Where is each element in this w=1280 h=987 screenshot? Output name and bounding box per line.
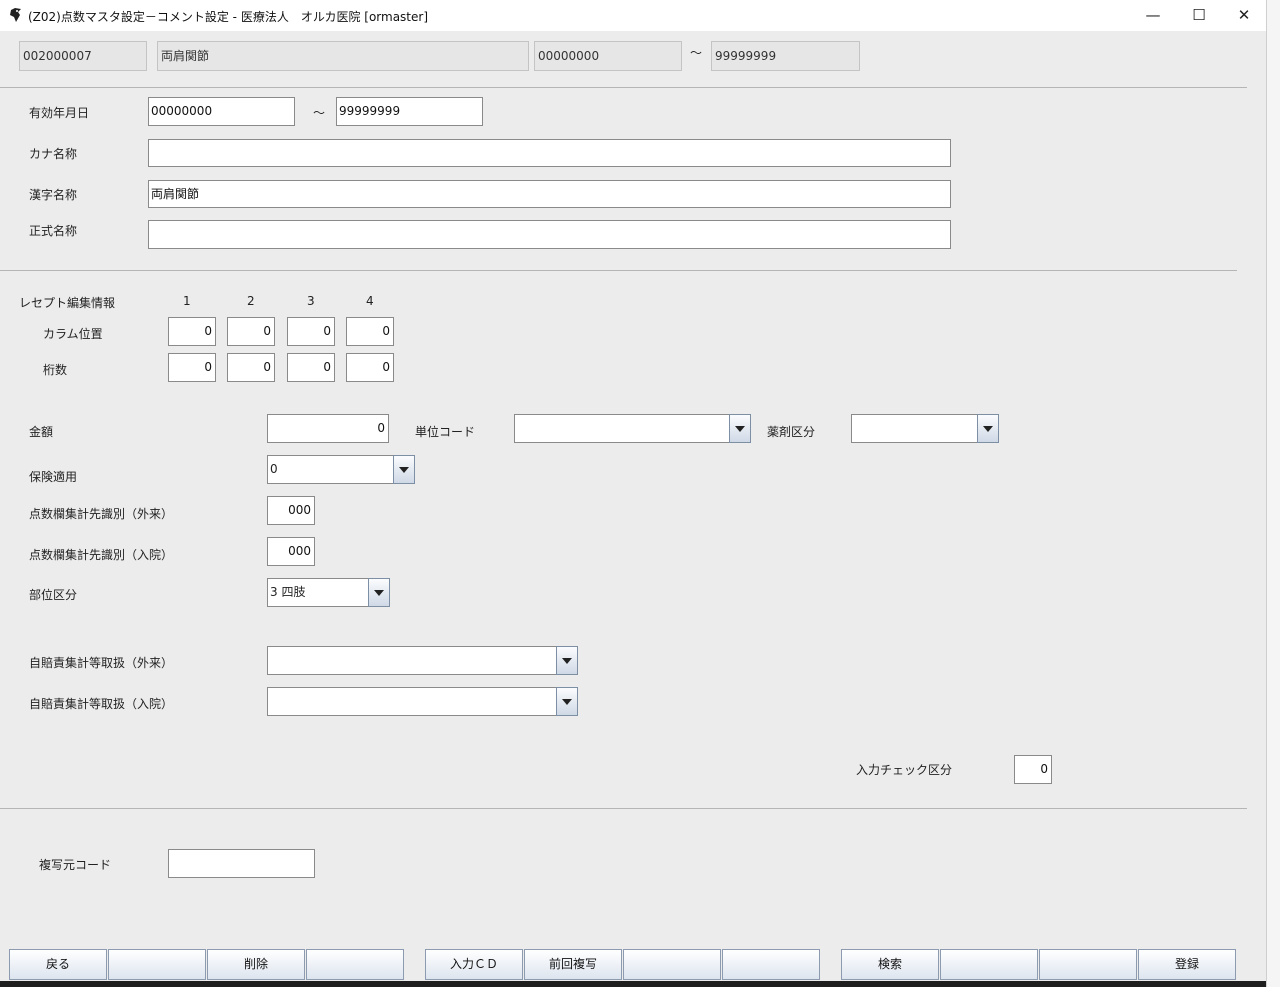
divider [0,270,1237,271]
title-bar: (Z02)点数マスタ設定－コメント設定 - 医療法人 オルカ医院 [ormast… [0,0,1266,31]
chevron-down-icon[interactable] [556,687,578,716]
maximize-button[interactable]: ☐ [1176,0,1222,31]
insurance-label: 保険適用 [29,470,78,484]
valid-end-date-input[interactable]: 99999999 [336,97,483,126]
jibai-outpatient-value [267,646,556,675]
background-window-edge [1266,0,1280,987]
unit-code-label: 単位コード [415,425,476,439]
function-key-2[interactable] [108,949,206,980]
valid-date-tilde: ～ [313,106,326,120]
insurance-select[interactable]: 0 [267,455,415,484]
amount-label: 金額 [29,425,54,439]
function-key-7[interactable] [623,949,721,980]
insurance-value: 0 [267,455,393,484]
receipt-column-header-2: 2 [247,294,255,308]
site-category-value: 3 四肢 [267,578,368,607]
unit-code-select[interactable] [514,414,751,443]
unit-code-value [514,414,729,443]
input-check-label: 入力チェック区分 [856,763,953,777]
drug-category-value [851,414,977,443]
function-key-4[interactable] [306,949,404,980]
minimize-button[interactable]: — [1130,0,1176,31]
back-button[interactable]: 戻る [9,949,107,980]
chevron-down-icon[interactable] [556,646,578,675]
receipt-column-header-3: 3 [307,294,315,308]
previous-copy-button[interactable]: 前回複写 [524,949,622,980]
chevron-down-icon[interactable] [729,414,751,443]
column-position-label: カラム位置 [43,327,103,341]
amount-input[interactable]: 0 [267,414,389,443]
formal-name-input[interactable] [148,220,951,249]
chevron-down-icon[interactable] [393,455,415,484]
outpatient-total-input[interactable]: 000 [267,496,315,525]
jibai-inpatient-select[interactable] [267,687,578,716]
column-position-input-2[interactable]: 0 [227,317,275,346]
jibai-outpatient-label: 自賠責集計等取扱（外来） [29,656,174,670]
column-position-input-4[interactable]: 0 [346,317,394,346]
formal-name-label: 正式名称 [29,224,78,238]
chevron-down-icon[interactable] [977,414,999,443]
inpatient-total-label: 点数欄集計先識別（入院） [29,548,174,562]
kanji-name-input[interactable]: 両肩関節 [148,180,951,208]
digits-input-1[interactable]: 0 [168,353,216,382]
register-button[interactable]: 登録 [1138,949,1236,980]
header-start-date: 00000000 [534,41,682,71]
function-key-10[interactable] [940,949,1038,980]
receipt-column-header-4: 4 [366,294,374,308]
drug-category-select[interactable] [851,414,999,443]
kanji-name-label: 漢字名称 [29,188,78,202]
header-end-date: 99999999 [711,41,860,71]
search-button[interactable]: 検索 [841,949,939,980]
taskbar-edge [0,981,1266,987]
divider [0,808,1247,809]
column-position-input-1[interactable]: 0 [168,317,216,346]
receipt-column-header-1: 1 [183,294,191,308]
receipt-edit-title: レセプト編集情報 [19,296,116,310]
digits-input-4[interactable]: 0 [346,353,394,382]
valid-date-label: 有効年月日 [29,106,90,120]
digits-input-3[interactable]: 0 [287,353,335,382]
app-logo-icon [10,8,21,22]
input-cd-button[interactable]: 入力ＣＤ [425,949,523,980]
jibai-inpatient-label: 自賠責集計等取扱（入院） [29,697,174,711]
input-check-input[interactable]: 0 [1014,755,1052,784]
column-position-input-3[interactable]: 0 [287,317,335,346]
copy-source-label: 複写元コード [39,858,112,872]
window-title: (Z02)点数マスタ設定－コメント設定 - 医療法人 オルカ医院 [ormast… [28,10,429,24]
function-key-8[interactable] [722,949,820,980]
function-key-11[interactable] [1039,949,1137,980]
header-name: 両肩関節 [157,41,529,71]
outpatient-total-label: 点数欄集計先識別（外来） [29,507,174,521]
jibai-inpatient-value [267,687,556,716]
header-tilde: ～ [690,46,703,60]
chevron-down-icon[interactable] [368,578,390,607]
copy-source-input[interactable] [168,849,315,878]
close-button[interactable]: ✕ [1221,0,1267,31]
digits-input-2[interactable]: 0 [227,353,275,382]
site-category-label: 部位区分 [29,588,78,602]
divider [0,87,1247,88]
jibai-outpatient-select[interactable] [267,646,578,675]
drug-category-label: 薬剤区分 [767,425,816,439]
kana-name-input[interactable] [148,139,951,167]
inpatient-total-input[interactable]: 000 [267,537,315,566]
site-category-select[interactable]: 3 四肢 [267,578,390,607]
digits-label: 桁数 [43,363,68,377]
delete-button[interactable]: 削除 [207,949,305,980]
valid-start-date-input[interactable]: 00000000 [148,97,295,126]
header-code: 002000007 [19,41,147,71]
kana-name-label: カナ名称 [29,147,78,161]
